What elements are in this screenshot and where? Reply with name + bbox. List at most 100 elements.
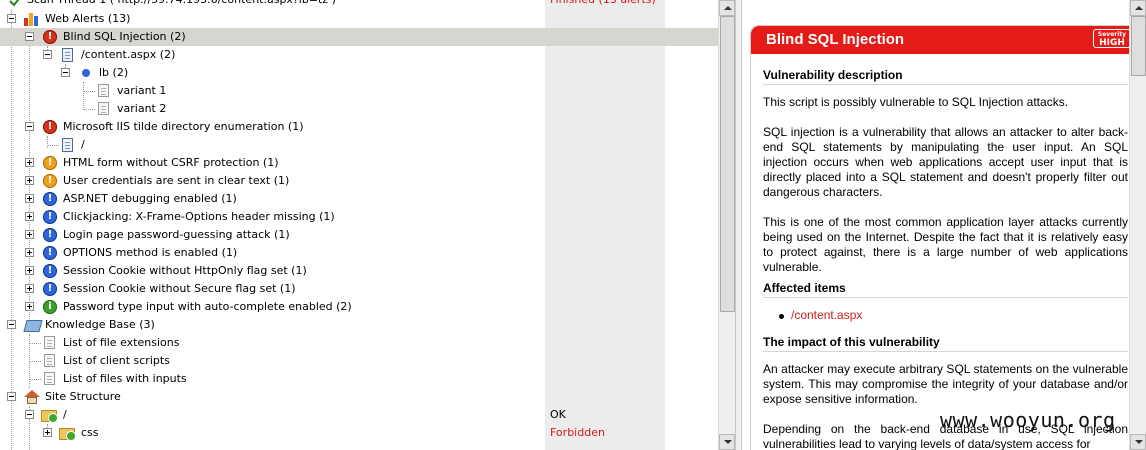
content-aspx-label: /content.aspx (2) (81, 48, 176, 61)
tree-row-blind-sql-injection[interactable]: ! Blind SQL Injection (2) (0, 28, 718, 46)
tree-row-variant-1[interactable]: variant 1 (0, 82, 718, 100)
tree-row-variant-2[interactable]: variant 2 (0, 100, 718, 118)
kb-item-label: List of files with inputs (63, 372, 187, 385)
impact-paragraph: An attacker may execute arbitrary SQL st… (763, 362, 1128, 406)
expand-toggle[interactable] (25, 212, 34, 221)
low-severity-icon: ! (43, 246, 57, 260)
tree-row-knowledge-base[interactable]: Knowledge Base (3) (0, 316, 718, 334)
tree-row-kb-item[interactable]: List of client scripts (0, 352, 718, 370)
card-header: Blind SQL Injection Severity HIGH (751, 26, 1141, 54)
tree-row-alert[interactable]: ! ASP.NET debugging enabled (1) (0, 190, 718, 208)
page-icon (62, 138, 73, 152)
page-icon (62, 48, 73, 62)
high-severity-icon: ! (43, 120, 57, 134)
tree-row-scan-thread[interactable]: Scan Thread 1 ( http://59.74.193.6/conte… (0, 0, 718, 9)
alert-label: Session Cookie without HttpOnly flag set… (63, 264, 307, 277)
collapse-toggle[interactable] (25, 32, 34, 41)
low-severity-icon: ! (43, 210, 57, 224)
tree-row-lb[interactable]: lb (2) (0, 64, 718, 82)
house-icon (24, 390, 40, 404)
low-severity-icon: ! (43, 228, 57, 242)
document-icon (44, 372, 55, 385)
section-title-impact: The impact of this vulnerability (763, 335, 1128, 352)
pane-splitter[interactable] (735, 0, 742, 450)
scroll-up-button[interactable] (719, 0, 735, 16)
document-icon (44, 336, 55, 349)
detail-scrollbar[interactable] (1129, 0, 1146, 450)
tree-row-site-root[interactable]: / OK (0, 406, 718, 424)
tree-row-alert[interactable]: i Password type input with auto-complete… (0, 298, 718, 316)
tree-row-kb-item[interactable]: List of files with inputs (0, 370, 718, 388)
kb-item-label: List of client scripts (63, 354, 170, 367)
tree-row-content-aspx[interactable]: /content.aspx (2) (0, 46, 718, 64)
collapse-toggle[interactable] (7, 14, 16, 23)
collapse-toggle[interactable] (7, 392, 16, 401)
affected-item-link[interactable]: /content.aspx (779, 308, 1128, 323)
tree-row-alert[interactable]: ! Login page password-guessing attack (1… (0, 226, 718, 244)
scan-thread-icon (9, 0, 23, 7)
iis-tilde-label: Microsoft IIS tilde directory enumeratio… (63, 120, 304, 133)
tree-row-css[interactable]: css Forbidden (0, 424, 718, 442)
description-paragraph: SQL injection is a vulnerability that al… (763, 125, 1128, 199)
expand-toggle[interactable] (25, 266, 34, 275)
variant-2-label: variant 2 (117, 102, 167, 115)
alert-label: Clickjacking: X-Frame-Options header mis… (63, 210, 335, 223)
tree-row-web-alerts[interactable]: Web Alerts (13) (0, 10, 718, 28)
tree-scrollbar[interactable] (718, 0, 735, 450)
site-root-label: / (63, 408, 67, 421)
scroll-down-button[interactable] (719, 434, 735, 450)
alert-label: HTML form without CSRF protection (1) (63, 156, 279, 169)
alert-label: Session Cookie without Secure flag set (… (63, 282, 296, 295)
tree-row-alert[interactable]: ! Session Cookie without HttpOnly flag s… (0, 262, 718, 280)
expand-toggle[interactable] (25, 158, 34, 167)
vulnerability-card: Blind SQL Injection Severity HIGH Vulner… (750, 25, 1142, 450)
expand-toggle[interactable] (25, 302, 34, 311)
scroll-thumb[interactable] (720, 16, 735, 312)
collapse-toggle[interactable] (25, 410, 34, 419)
collapse-toggle[interactable] (25, 122, 34, 131)
scroll-up-button[interactable] (1130, 0, 1146, 16)
alert-label: Password type input with auto-complete e… (63, 300, 352, 313)
css-folder-label: css (81, 426, 99, 439)
expand-toggle[interactable] (25, 194, 34, 203)
tree-row-alert[interactable]: ! User credentials are sent in clear tex… (0, 172, 718, 190)
tree-row-alert[interactable]: ! HTML form without CSRF protection (1) (0, 154, 718, 172)
scroll-thumb[interactable] (1131, 16, 1146, 76)
description-paragraph: This is one of the most common applicati… (763, 215, 1128, 274)
expand-toggle[interactable] (25, 248, 34, 257)
description-paragraph: This script is possibly vulnerable to SQ… (763, 95, 1069, 109)
bar-chart-icon (24, 12, 40, 26)
vulnerability-title: Blind SQL Injection (766, 31, 905, 48)
variant-1-label: variant 1 (117, 84, 167, 97)
collapse-toggle[interactable] (61, 68, 70, 77)
scroll-down-button[interactable] (1130, 434, 1146, 450)
document-icon (44, 354, 55, 367)
low-severity-icon: ! (43, 264, 57, 278)
tree-row-alert[interactable]: ! Clickjacking: X-Frame-Options header m… (0, 208, 718, 226)
tree-row-kb-item[interactable]: List of file extensions (0, 334, 718, 352)
affected-items-section: Affected items /content.aspx (763, 281, 1128, 323)
alerts-tree-pane[interactable]: Scan Thread 1 ( http://59.74.193.6/conte… (0, 0, 718, 450)
expand-toggle[interactable] (43, 428, 52, 437)
collapse-toggle[interactable] (43, 50, 52, 59)
lb-label: lb (2) (99, 66, 129, 79)
expand-toggle[interactable] (25, 284, 34, 293)
section-title-description: Vulnerability description (763, 68, 1128, 85)
folder-ok-icon (41, 410, 58, 423)
severity-caption: Severity (1097, 31, 1127, 38)
collapse-toggle[interactable] (7, 320, 16, 329)
tree-row-root-path[interactable]: / (0, 136, 718, 154)
tree-row-iis-tilde[interactable]: ! Microsoft IIS tilde directory enumerat… (0, 118, 718, 136)
expand-toggle[interactable] (25, 230, 34, 239)
expand-toggle[interactable] (25, 176, 34, 185)
alert-label: User credentials are sent in clear text … (63, 174, 290, 187)
tree-row-alert[interactable]: ! OPTIONS method is enabled (1) (0, 244, 718, 262)
alert-label: OPTIONS method is enabled (1) (63, 246, 238, 259)
tree-row-site-structure[interactable]: Site Structure (0, 388, 718, 406)
site-root-status: OK (550, 408, 566, 421)
parameter-icon (82, 69, 90, 77)
site-structure-label: Site Structure (45, 390, 121, 403)
low-severity-icon: ! (43, 192, 57, 206)
kb-item-label: List of file extensions (63, 336, 180, 349)
tree-row-alert[interactable]: ! Session Cookie without Secure flag set… (0, 280, 718, 298)
